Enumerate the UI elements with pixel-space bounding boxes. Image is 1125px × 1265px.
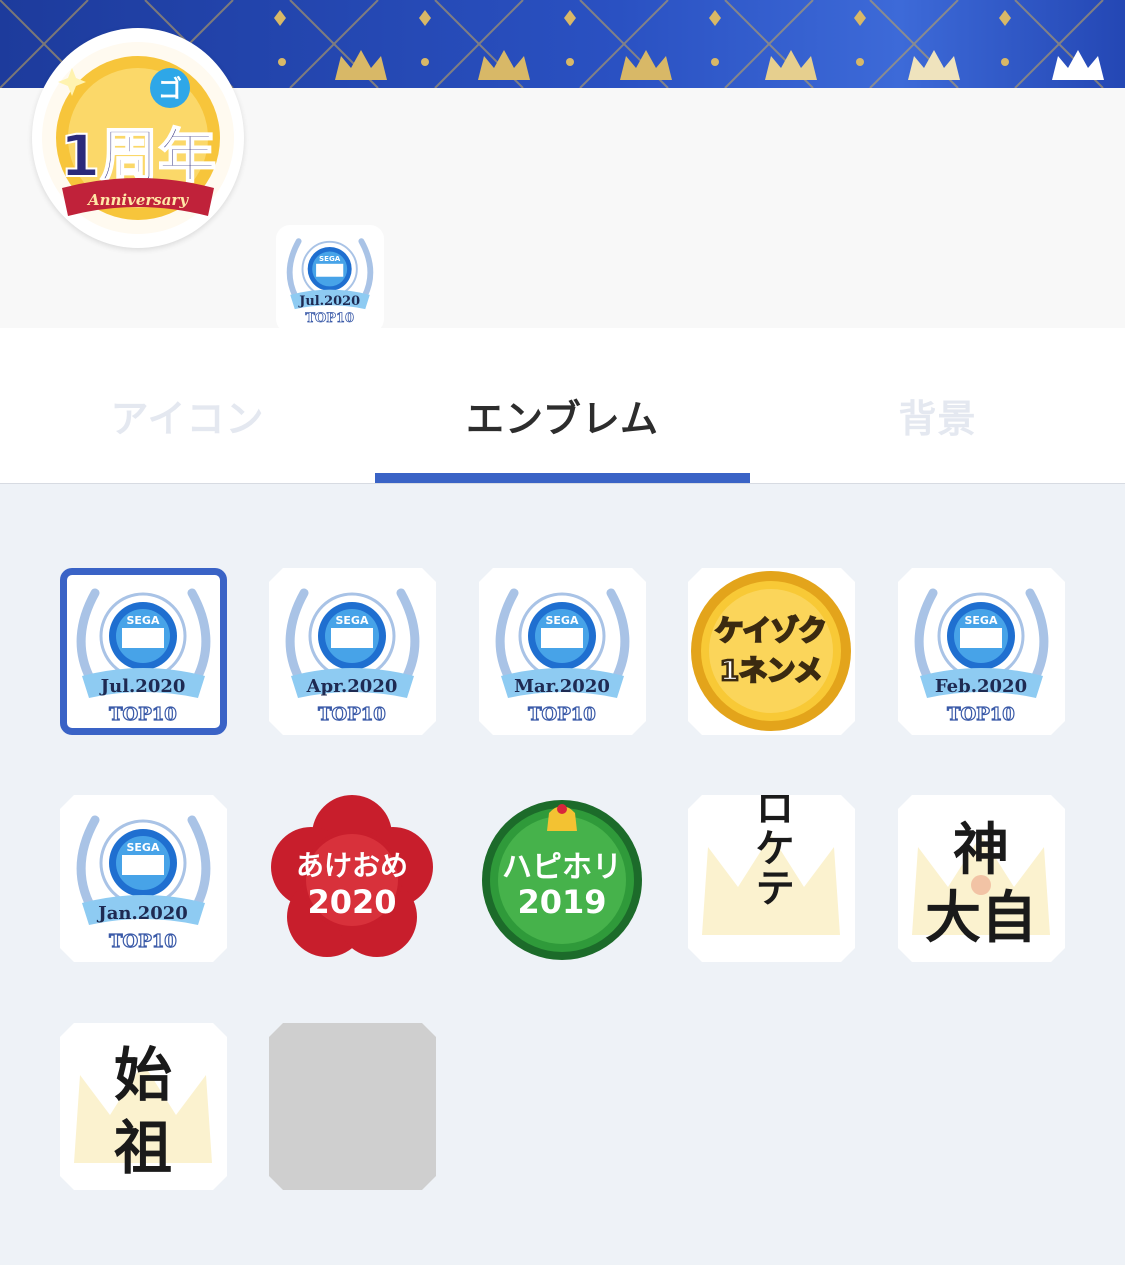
crown-icon: ロケテ bbox=[702, 795, 840, 935]
svg-text:ゴ: ゴ bbox=[158, 75, 182, 103]
ranking-emblem-icon: SEGA Jul.2020 TOP10 bbox=[76, 588, 211, 726]
svg-text:TOP10: TOP10 bbox=[318, 704, 386, 725]
crown-icon: 始 祖 bbox=[74, 1041, 212, 1182]
tab-icon[interactable]: アイコン bbox=[0, 388, 375, 443]
svg-text:2020: 2020 bbox=[307, 883, 396, 921]
ranking-emblem-icon: SEGA Jul.2020 TOP10 bbox=[286, 238, 374, 326]
anniversary-badge-icon: ゴ 1周年 Anniversary bbox=[42, 42, 234, 234]
svg-text:SEGA: SEGA bbox=[319, 254, 341, 263]
svg-text:SEGA: SEGA bbox=[127, 841, 160, 854]
svg-text:Apr.2020: Apr.2020 bbox=[306, 676, 398, 697]
ranking-emblem-icon: SEGA Apr.2020 TOP10 bbox=[285, 588, 420, 726]
emblem-kami-daijichi[interactable]: 神 大自 bbox=[898, 795, 1065, 962]
emblem-ranking-jan-2020[interactable]: SEGA Jan.2020 TOP10 bbox=[60, 795, 227, 962]
ranking-emblem-icon: SEGA Feb.2020 TOP10 bbox=[914, 588, 1049, 726]
emblem-ranking-feb-2020[interactable]: SEGA Feb.2020 TOP10 bbox=[898, 568, 1065, 735]
equipped-emblem: SEGA Jul.2020 TOP10 bbox=[276, 225, 384, 333]
svg-text:2019: 2019 bbox=[517, 883, 606, 921]
svg-text:Anniversary: Anniversary bbox=[86, 191, 189, 209]
crown-icon: 神 大自 bbox=[912, 818, 1050, 951]
emblem-roketе[interactable]: ロケテ bbox=[688, 795, 855, 962]
svg-text:ロケテ: ロケテ bbox=[748, 795, 794, 907]
svg-text:Jul.2020: Jul.2020 bbox=[99, 676, 186, 697]
tab-background[interactable]: 背景 bbox=[750, 388, 1125, 443]
gold-coin-icon: ケイゾク 1ネンメ bbox=[691, 571, 851, 731]
svg-text:SEGA: SEGA bbox=[965, 614, 998, 627]
tab-bar: アイコン エンブレム 背景 bbox=[0, 328, 1125, 484]
svg-text:Mar.2020: Mar.2020 bbox=[514, 676, 610, 697]
emblem-ranking-apr-2020[interactable]: SEGA Apr.2020 TOP10 bbox=[269, 568, 436, 735]
svg-text:TOP10: TOP10 bbox=[109, 931, 177, 952]
svg-text:Jul.2020: Jul.2020 bbox=[298, 294, 360, 309]
plum-blossom-icon: あけおめ 2020 bbox=[271, 795, 433, 957]
emblem-coin-keizoku[interactable]: ケイゾク 1ネンメ bbox=[688, 568, 855, 735]
svg-text:祖: 祖 bbox=[114, 1114, 172, 1182]
svg-text:神: 神 bbox=[953, 818, 1009, 883]
svg-text:大自: 大自 bbox=[925, 886, 1037, 951]
emblem-shiso[interactable]: 始 祖 bbox=[60, 1023, 227, 1190]
svg-text:ハピホリ: ハピホリ bbox=[502, 850, 622, 885]
ranking-emblem-icon: SEGA Jan.2020 TOP10 bbox=[76, 815, 211, 953]
tab-emblem[interactable]: エンブレム bbox=[375, 388, 750, 443]
emblem-akeome-2020[interactable]: あけおめ 2020 bbox=[269, 795, 436, 962]
holiday-bell-icon: ハピホリ 2019 bbox=[482, 800, 642, 960]
svg-text:SEGA: SEGA bbox=[127, 614, 160, 627]
svg-text:TOP10: TOP10 bbox=[305, 311, 354, 326]
svg-text:TOP10: TOP10 bbox=[109, 704, 177, 725]
svg-text:TOP10: TOP10 bbox=[947, 704, 1015, 725]
svg-text:SEGA: SEGA bbox=[336, 614, 369, 627]
svg-text:SEGA: SEGA bbox=[546, 614, 579, 627]
active-tab-indicator bbox=[375, 473, 750, 483]
emblem-happy-holiday-2019[interactable]: ハピホリ 2019 bbox=[479, 795, 646, 962]
emblem-ranking-mar-2020[interactable]: SEGA Mar.2020 TOP10 bbox=[479, 568, 646, 735]
svg-text:始: 始 bbox=[114, 1041, 172, 1109]
svg-text:TOP10: TOP10 bbox=[528, 704, 596, 725]
ranking-emblem-icon: SEGA Mar.2020 TOP10 bbox=[495, 588, 630, 726]
svg-text:Feb.2020: Feb.2020 bbox=[935, 676, 1027, 697]
emblem-ranking-jul-2020[interactable]: SEGA Jul.2020 TOP10 bbox=[60, 568, 227, 735]
svg-text:Jan.2020: Jan.2020 bbox=[96, 903, 188, 924]
svg-text:ケイゾク: ケイゾク bbox=[715, 614, 826, 647]
svg-text:1ネンメ: 1ネンメ bbox=[720, 654, 823, 687]
svg-text:あけおめ: あけおめ bbox=[296, 849, 408, 882]
emblem-grid: SEGA Jul.2020 TOP10 SEGA Apr.2020 TOP10 … bbox=[0, 484, 1125, 1265]
emblem-empty-slot[interactable] bbox=[269, 1023, 436, 1190]
avatar[interactable]: ゴ 1周年 Anniversary bbox=[32, 28, 244, 248]
